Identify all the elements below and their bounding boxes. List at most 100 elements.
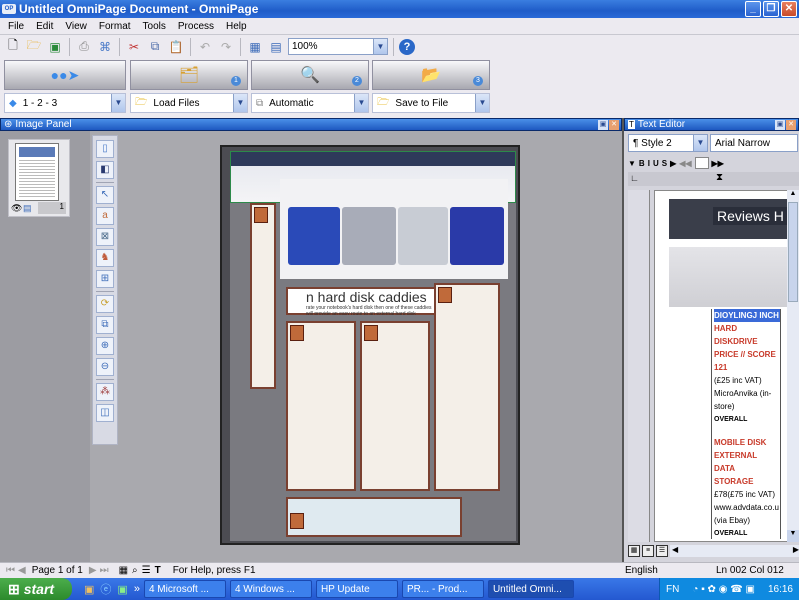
table-zone[interactable]: [286, 497, 462, 537]
menu-tools[interactable]: Tools: [137, 21, 172, 32]
rewind-icon[interactable]: ◀◀: [679, 159, 691, 168]
eye-icon[interactable]: 👁: [11, 203, 22, 214]
graphic-zone-icon[interactable]: ♞: [96, 249, 114, 267]
open-folder-icon[interactable]: 🗁: [25, 38, 43, 56]
table-zone-icon[interactable]: ⊠: [96, 228, 114, 246]
chevron-down-icon[interactable]: ▼: [693, 135, 707, 151]
panel-restore-button[interactable]: ▣: [598, 120, 608, 130]
menu-edit[interactable]: Edit: [30, 21, 59, 32]
next-page-icon[interactable]: ▶: [83, 565, 100, 576]
tray-icons[interactable]: ◔ ▪ ✿ ◉ ☎ ▣: [692, 584, 755, 595]
text-zone[interactable]: [286, 321, 356, 491]
dropdown-icon[interactable]: ▼: [628, 159, 636, 168]
restore-button[interactable]: ❐: [763, 1, 779, 17]
quicklaunch-more-icon[interactable]: »: [134, 583, 140, 595]
italic-icon[interactable]: I: [648, 159, 650, 168]
taskbar-item[interactable]: PR... - Prod...: [401, 580, 484, 598]
copy-zone-icon[interactable]: ⧉: [96, 316, 114, 334]
export-select[interactable]: 🗁 Save to File ▼: [372, 93, 490, 113]
text-zone[interactable]: [250, 203, 276, 389]
chevron-down-icon[interactable]: ▼: [354, 94, 368, 112]
panel-close-button[interactable]: ✕: [786, 120, 796, 130]
close-button[interactable]: ✕: [781, 1, 797, 17]
scroll-down-icon[interactable]: ▼: [787, 530, 799, 542]
plain-text-view-icon[interactable]: ☰: [656, 545, 668, 557]
indent-marker-icon[interactable]: ⧗: [716, 172, 723, 183]
page-thumbnail[interactable]: 👁 ▤ 1: [8, 139, 70, 217]
split-view-icon[interactable]: ◧: [96, 161, 114, 179]
scroll-right-icon[interactable]: ▶: [793, 545, 799, 554]
new-document-icon[interactable]: 🗋: [4, 38, 22, 56]
zone-icon[interactable]: ⌕: [132, 565, 142, 576]
menu-help[interactable]: Help: [220, 21, 253, 32]
undo-icon[interactable]: ↶: [196, 38, 214, 56]
rotate-icon[interactable]: ⟳: [96, 295, 114, 313]
scan-icon[interactable]: ⎙: [75, 38, 93, 56]
bold-icon[interactable]: B: [639, 159, 645, 168]
select-pointer-icon[interactable]: ↖: [96, 186, 114, 204]
style-select[interactable]: ¶ Style 2 ▼: [628, 134, 708, 152]
font-select[interactable]: Arial Narrow: [710, 134, 798, 152]
menu-format[interactable]: Format: [93, 21, 137, 32]
taskbar-item[interactable]: HP Update: [315, 580, 398, 598]
last-page-icon[interactable]: ⏭: [100, 565, 119, 576]
process-select[interactable]: ⧉ Automatic ▼: [251, 93, 369, 113]
taskbar-item[interactable]: 4 Microsoft ...: [143, 580, 226, 598]
panel-restore-button[interactable]: ▣: [775, 120, 785, 130]
menu-file[interactable]: File: [2, 21, 30, 32]
true-page-view-icon[interactable]: ▦: [628, 545, 640, 557]
cut-icon[interactable]: ✂: [125, 38, 143, 56]
text-editor-document[interactable]: Reviews H DIOYLINGJ INCH HARD DISKDRIVE …: [654, 190, 794, 542]
paste-icon[interactable]: 📋: [167, 38, 185, 56]
single-view-icon[interactable]: ▯: [96, 140, 114, 158]
quicklaunch-app-icon[interactable]: ▣: [117, 583, 127, 596]
add-zone-icon[interactable]: ⊞: [96, 270, 114, 288]
text-zone[interactable]: [434, 283, 500, 491]
vertical-scrollbar[interactable]: ▲ ▼: [787, 190, 799, 542]
flowing-view-icon[interactable]: ≡: [642, 545, 654, 557]
minimize-button[interactable]: _: [745, 1, 761, 17]
underline-icon[interactable]: U: [653, 159, 659, 168]
chevron-down-icon[interactable]: ▼: [475, 94, 489, 112]
text-zone-icon[interactable]: a: [96, 207, 114, 225]
redo-icon[interactable]: ↷: [217, 38, 235, 56]
headline-zone[interactable]: n hard disk caddies rate your notebook's…: [286, 287, 438, 315]
chevron-down-icon[interactable]: ▼: [233, 94, 247, 112]
panel-close-button[interactable]: ✕: [609, 120, 619, 130]
workflow-run-button[interactable]: ●●➤: [4, 60, 126, 90]
zoom-out-icon[interactable]: ⊖: [96, 358, 114, 376]
grid-icon[interactable]: ▦: [119, 565, 132, 576]
process-step-button[interactable]: 🔍 2: [251, 60, 369, 90]
font-size-field[interactable]: [694, 157, 709, 169]
scroll-left-icon[interactable]: ◀: [672, 545, 678, 554]
export-step-button[interactable]: 📂 3: [372, 60, 490, 90]
view-original-icon[interactable]: ▦: [246, 38, 264, 56]
list-icon[interactable]: ☰: [142, 565, 155, 576]
tab-stop-icon[interactable]: ∟: [628, 173, 639, 183]
start-button[interactable]: ⊞ start: [0, 578, 72, 600]
chevron-down-icon[interactable]: ▼: [111, 94, 125, 112]
text-zone[interactable]: [360, 321, 430, 491]
scroll-up-icon[interactable]: ▲: [787, 190, 799, 202]
first-page-icon[interactable]: ⏮: [0, 565, 18, 576]
help-icon[interactable]: ?: [399, 38, 415, 55]
view-text-icon[interactable]: ▤: [267, 38, 285, 56]
quicklaunch-ie-icon[interactable]: ⓔ: [100, 581, 111, 597]
chevron-down-icon[interactable]: ▼: [373, 39, 387, 54]
ocr-icon[interactable]: ⌘: [96, 38, 114, 56]
zone-properties-icon[interactable]: ⁂: [96, 383, 114, 401]
two-page-icon[interactable]: ◫: [96, 404, 114, 422]
load-select[interactable]: 🗁 Load Files ▼: [130, 93, 248, 113]
horizontal-ruler[interactable]: ∟ ⧗: [628, 172, 799, 186]
text-icon[interactable]: T: [155, 565, 173, 576]
zoom-select[interactable]: 100% ▼: [288, 38, 388, 55]
strikethrough-icon[interactable]: S: [662, 159, 667, 168]
menu-view[interactable]: View: [59, 21, 93, 32]
load-step-button[interactable]: 🗂 1: [130, 60, 248, 90]
next-icon[interactable]: ▶▶: [712, 159, 724, 168]
play-icon[interactable]: ▶: [670, 159, 676, 168]
zoom-in-icon[interactable]: ⊕: [96, 337, 114, 355]
taskbar-item[interactable]: 4 Windows ...: [229, 580, 312, 598]
copy-icon[interactable]: ⧉: [146, 38, 164, 56]
language-bar[interactable]: FN: [666, 584, 679, 595]
